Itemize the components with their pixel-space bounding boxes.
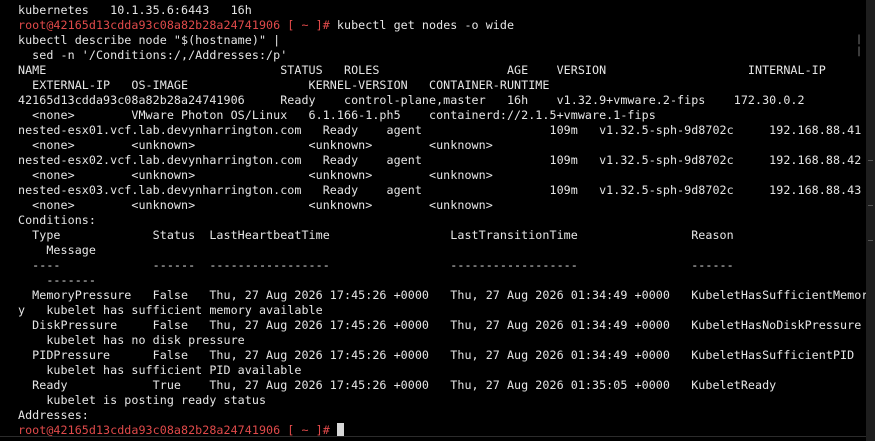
- output-text: EXTERNAL-IP OS-IMAGE KERNEL-VERSION CONT…: [18, 78, 550, 92]
- output-line: <none> <unknown> <unknown> <unknown>: [18, 198, 866, 213]
- output-line: kubelet has no disk pressure: [18, 333, 866, 348]
- output-line: kubelet is posting ready status: [18, 393, 866, 408]
- output-line: PIDPressure False Thu, 27 Aug 2026 17:45…: [18, 348, 866, 363]
- output-line: MemoryPressure False Thu, 27 Aug 2026 17…: [18, 288, 866, 303]
- output-text: NAME STATUS ROLES AGE VERSION INTERNAL-I…: [18, 63, 826, 77]
- output-text: Type Status LastHeartbeatTime LastTransi…: [18, 228, 734, 242]
- output-line: kubernetes 10.1.35.6:6443 16h: [18, 3, 866, 18]
- output-text: nested-esx03.vcf.lab.devynharrington.com…: [18, 183, 862, 197]
- output-line: nested-esx02.vcf.lab.devynharrington.com…: [18, 153, 866, 168]
- output-line: Addresses:: [18, 408, 866, 423]
- output-text: y kubelet has sufficient memory availabl…: [18, 303, 323, 317]
- output-text: nested-esx02.vcf.lab.devynharrington.com…: [18, 153, 862, 167]
- terminal-output[interactable]: kubernetes 10.1.35.6:6443 16h root@42165d…: [18, 3, 866, 438]
- output-line: Ready True Thu, 27 Aug 2026 17:45:26 +00…: [18, 378, 866, 393]
- command-text: [330, 423, 337, 437]
- output-line: <none> <unknown> <unknown> <unknown>: [18, 168, 866, 183]
- output-text: ---- ------ ----------------- ----------…: [18, 258, 734, 272]
- output-text: Message: [18, 243, 96, 257]
- output-line: kubelet has sufficient PID available: [18, 363, 866, 378]
- wrap-marker: |: [856, 34, 863, 45]
- output-text: Addresses:: [18, 408, 89, 422]
- edge-tick: [868, 160, 873, 161]
- prompt-line: root@42165d13cdda93c08a82b28a24741906 [ …: [18, 18, 866, 33]
- output-line: Message: [18, 243, 866, 258]
- edge-tick: [868, 240, 873, 241]
- output-line: kubectl describe node "$(hostname)" |: [18, 33, 866, 48]
- output-text: kubelet has no disk pressure: [18, 333, 245, 347]
- output-text: <none> <unknown> <unknown> <unknown>: [18, 168, 493, 182]
- output-line: ---- ------ ----------------- ----------…: [18, 258, 866, 273]
- output-line: DiskPressure False Thu, 27 Aug 2026 17:4…: [18, 318, 866, 333]
- output-text: kubelet is posting ready status: [18, 393, 267, 407]
- output-text: sed -n '/Conditions:/,/Addresses:/p': [18, 48, 288, 62]
- output-text: MemoryPressure False Thu, 27 Aug 2026 17…: [18, 288, 867, 302]
- output-line: sed -n '/Conditions:/,/Addresses:/p': [18, 48, 866, 63]
- output-text: nested-esx01.vcf.lab.devynharrington.com…: [18, 123, 862, 137]
- output-text: kubelet has sufficient PID available: [18, 363, 302, 377]
- command-text: kubectl get nodes -o wide: [329, 18, 515, 32]
- output-line: EXTERNAL-IP OS-IMAGE KERNEL-VERSION CONT…: [18, 78, 866, 93]
- shell-prompt: root@42165d13cdda93c08a82b28a24741906 [ …: [18, 18, 330, 32]
- text-cursor[interactable]: [336, 423, 344, 436]
- output-text: Ready True Thu, 27 Aug 2026 17:45:26 +00…: [18, 378, 777, 392]
- output-line: <none> VMware Photon OS/Linux 6.1.166-1.…: [18, 108, 866, 123]
- output-line: NAME STATUS ROLES AGE VERSION INTERNAL-I…: [18, 63, 866, 78]
- terminal-window[interactable]: kubernetes 10.1.35.6:6443 16h root@42165d…: [0, 0, 867, 441]
- output-text: kubernetes 10.1.35.6:6443 16h: [18, 3, 252, 17]
- output-text: 42165d13cdda93c08a82b28a24741906 Ready c…: [18, 93, 805, 107]
- output-line: Type Status LastHeartbeatTime LastTransi…: [18, 228, 866, 243]
- output-line: -------: [18, 273, 866, 288]
- wrap-marker: |: [856, 46, 863, 57]
- shell-prompt: root@42165d13cdda93c08a82b28a24741906 [ …: [18, 423, 330, 437]
- edge-tick: [868, 205, 873, 206]
- output-line: nested-esx01.vcf.lab.devynharrington.com…: [18, 123, 866, 138]
- output-text: DiskPressure False Thu, 27 Aug 2026 17:4…: [18, 318, 862, 332]
- output-line: y kubelet has sufficient memory availabl…: [18, 303, 866, 318]
- output-text: <none> VMware Photon OS/Linux 6.1.166-1.…: [18, 108, 656, 122]
- output-text: <none> <unknown> <unknown> <unknown>: [18, 198, 493, 212]
- adjacent-window-edge: [866, 0, 875, 441]
- output-line: Conditions:: [18, 213, 866, 228]
- output-text: -------: [18, 273, 96, 287]
- output-line: <none> <unknown> <unknown> <unknown>: [18, 138, 866, 153]
- output-line: nested-esx03.vcf.lab.devynharrington.com…: [18, 183, 866, 198]
- output-text: Conditions:: [18, 213, 96, 227]
- output-text: <none> <unknown> <unknown> <unknown>: [18, 138, 493, 152]
- output-text: PIDPressure False Thu, 27 Aug 2026 17:45…: [18, 348, 855, 362]
- output-text: kubectl describe node "$(hostname)" |: [18, 33, 281, 47]
- wrap-markers: | |: [856, 0, 864, 441]
- output-line: 42165d13cdda93c08a82b28a24741906 Ready c…: [18, 93, 866, 108]
- divider: [0, 436, 866, 437]
